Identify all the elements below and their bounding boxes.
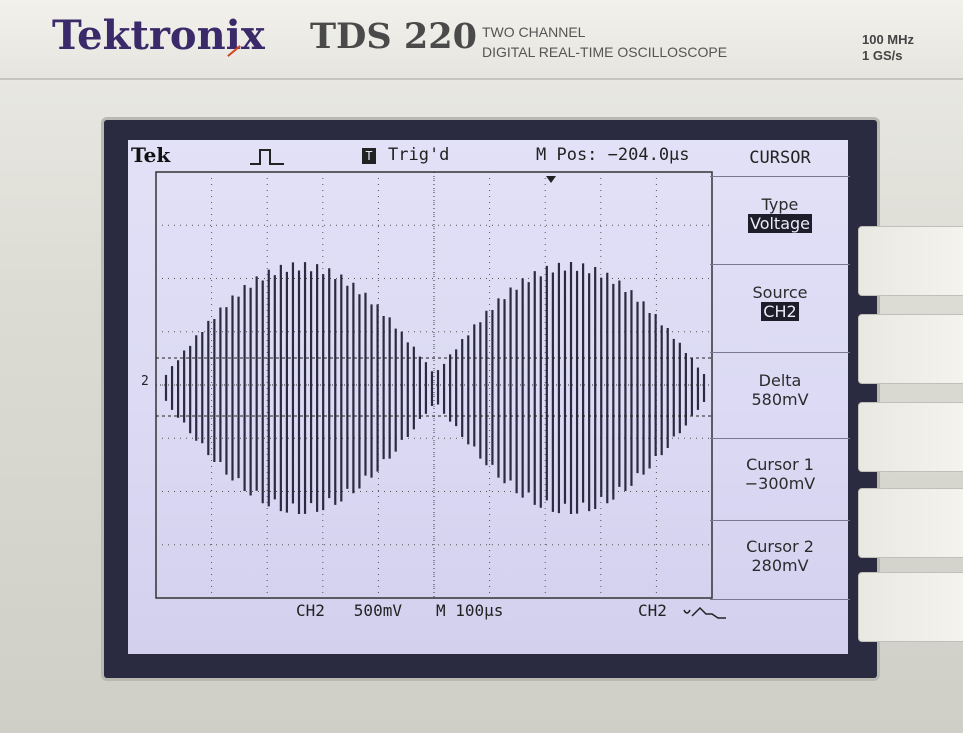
menu-item-type[interactable]: Type Voltage <box>710 176 850 263</box>
spec-bandwidth: 100 MHz <box>862 32 915 47</box>
side-button-3[interactable] <box>858 402 963 472</box>
trigger-position-marker <box>546 176 556 183</box>
menu-item-cursor2-value: 280mV <box>751 556 809 575</box>
trigger-status: Trig'd <box>388 145 450 165</box>
square-pulse-icon <box>250 149 284 165</box>
menu-item-delta[interactable]: Delta 580mV <box>710 352 850 437</box>
menu-item-type-label: Type <box>761 195 799 214</box>
side-button-5[interactable] <box>858 572 963 642</box>
model-name: TDS 220 <box>310 16 477 57</box>
trigger-slope-icon <box>683 606 726 619</box>
side-button-4[interactable] <box>858 488 963 558</box>
side-button-2[interactable] <box>858 314 963 384</box>
trigger-icon: T <box>362 148 376 164</box>
side-button-1[interactable] <box>858 226 963 296</box>
menu-item-type-value: Voltage <box>747 214 812 233</box>
menu-item-source-value: CH2 <box>761 302 799 321</box>
spec-samplerate: 1 GS/s <box>862 48 903 63</box>
horizontal-position: M Pos: −204.0µs <box>536 145 690 165</box>
ch2-scale-readout: CH2 500mV <box>296 601 402 620</box>
cursor-menu: CURSOR Type Voltage Source CH2 Delta 580… <box>710 146 850 600</box>
model-subtitle-2: DIGITAL REAL-TIME OSCILLOSCOPE <box>482 44 728 60</box>
menu-item-cursor2[interactable]: Cursor 2 280mV <box>710 520 850 600</box>
nameplate: Tektronix TDS 220 TWO CHANNEL DIGITAL RE… <box>0 0 963 80</box>
menu-item-source[interactable]: Source CH2 <box>710 264 850 351</box>
menu-item-cursor1[interactable]: Cursor 1 −300mV <box>710 438 850 521</box>
waveform-graticule <box>155 171 713 599</box>
ch2-ground-marker: 2 <box>141 374 149 389</box>
model-subtitle-1: TWO CHANNEL <box>482 24 586 40</box>
channel-2-trace <box>164 262 706 514</box>
menu-item-cursor1-value: −300mV <box>744 474 816 493</box>
menu-item-source-label: Source <box>752 283 808 302</box>
timebase-readout: M 100µs <box>436 601 504 620</box>
menu-title: CURSOR <box>749 148 811 168</box>
menu-item-cursor1-label: Cursor 1 <box>746 455 814 474</box>
trigger-source-readout: CH2 <box>638 601 667 620</box>
menu-item-cursor2-label: Cursor 2 <box>746 537 814 556</box>
menu-item-delta-label: Delta <box>758 371 802 390</box>
tek-logo: Tek <box>131 143 171 167</box>
menu-item-delta-value: 580mV <box>751 390 809 409</box>
